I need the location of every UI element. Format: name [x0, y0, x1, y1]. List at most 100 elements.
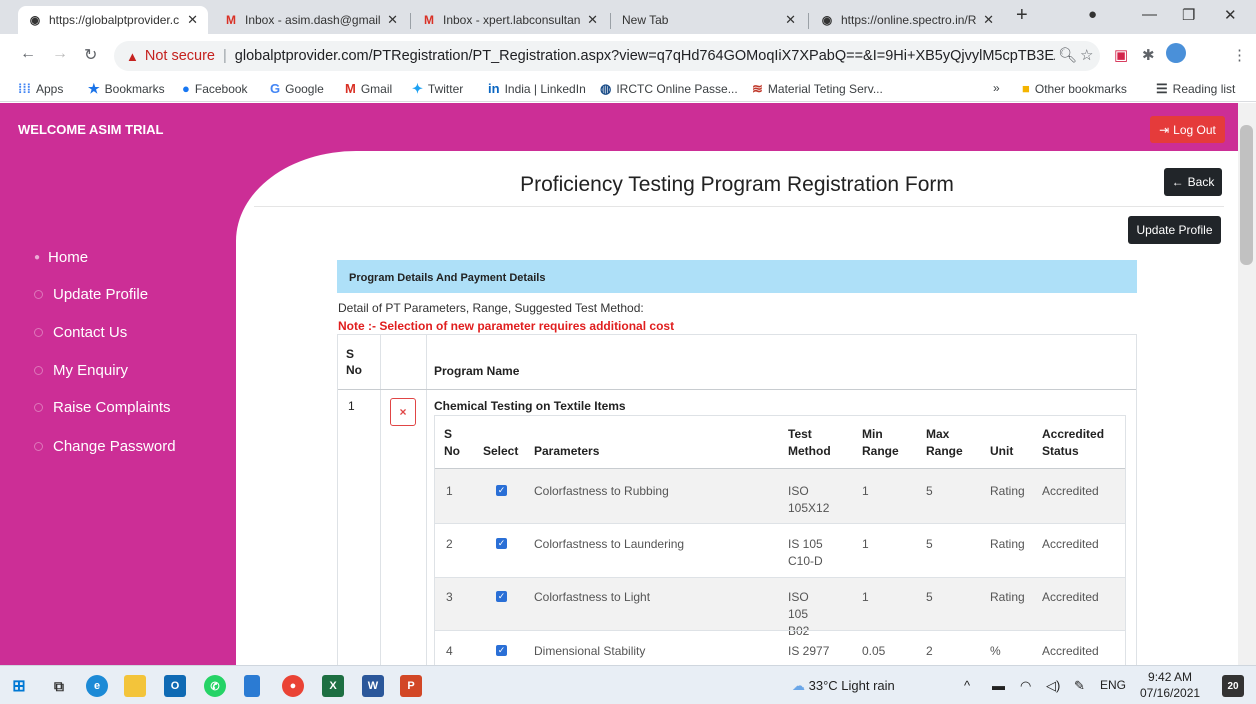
- row-min-range: 1: [862, 484, 869, 498]
- file-explorer-icon[interactable]: [124, 675, 146, 697]
- bookmark-bookmarks[interactable]: ★ Bookmarks: [88, 81, 165, 97]
- col-header-max-range: Max Range: [926, 427, 963, 458]
- program-name: Chemical Testing on Textile Items: [434, 399, 626, 413]
- bookmark-gmail[interactable]: M Gmail: [345, 81, 392, 96]
- remove-program-button[interactable]: ×: [390, 398, 416, 426]
- reload-icon[interactable]: ↻: [84, 45, 97, 65]
- row-select-checkbox[interactable]: ✓: [496, 591, 507, 602]
- bookmark-irctc[interactable]: ◍ IRCTC Online Passe...: [600, 81, 738, 97]
- update-profile-button[interactable]: Update Profile: [1128, 216, 1221, 244]
- bookmark-facebook[interactable]: ● Facebook: [182, 81, 248, 96]
- restore-icon[interactable]: ❐: [1182, 6, 1195, 24]
- scrollbar-thumb[interactable]: [1240, 125, 1253, 265]
- row-test-method: IS 2977: [788, 644, 830, 658]
- minimize-icon[interactable]: —: [1142, 6, 1157, 23]
- word-icon[interactable]: W: [362, 675, 384, 697]
- bookmark-linkedin[interactable]: in India | LinkedIn: [488, 81, 586, 96]
- reading-list[interactable]: ☰ Reading list: [1156, 81, 1235, 97]
- notifications-icon[interactable]: 20: [1222, 675, 1244, 697]
- gmail-icon: M: [424, 13, 434, 27]
- address-bar[interactable]: ▲ Not secure | globalptprovider.com/PTRe…: [114, 41, 1100, 71]
- bookmark-star-icon[interactable]: ☆: [1080, 46, 1093, 64]
- pen-icon[interactable]: ✎: [1074, 678, 1085, 694]
- sidebar-item-label: Update Profile: [53, 286, 149, 303]
- sidebar-item-raise-complaints[interactable]: Raise Complaints: [34, 399, 171, 416]
- chrome-icon[interactable]: ●: [282, 675, 304, 697]
- sidebar-item-update-profile[interactable]: Update Profile: [34, 286, 148, 303]
- close-window-icon[interactable]: ✕: [1224, 6, 1237, 24]
- tab-gmail-asim[interactable]: M Inbox - asim.dash@gmail. ✕: [214, 6, 408, 34]
- tab-new-tab[interactable]: New Tab ✕: [612, 6, 806, 34]
- material-testing-icon: ≋: [752, 81, 763, 96]
- row-select-checkbox[interactable]: ✓: [496, 485, 507, 496]
- extensions-icon[interactable]: ✱: [1142, 46, 1155, 64]
- bookmark-label: Gmail: [360, 81, 393, 96]
- menu-kebab-icon[interactable]: ⋮: [1232, 46, 1247, 64]
- wifi-icon[interactable]: ◠: [1020, 678, 1031, 694]
- bookmark-label: Bookmarks: [104, 82, 165, 96]
- note-text: Note :- Selection of new parameter requi…: [338, 319, 675, 333]
- whatsapp-icon[interactable]: ✆: [204, 675, 226, 697]
- bookmarks-overflow-icon[interactable]: »: [993, 81, 1000, 95]
- close-tab-icon[interactable]: ✕: [387, 12, 398, 28]
- back-arrow-icon: ←: [1171, 175, 1184, 189]
- sidebar-item-change-password[interactable]: Change Password: [34, 438, 176, 455]
- table-divider: [338, 389, 1136, 390]
- row-status: Accredited: [1042, 590, 1099, 604]
- windows-start-icon[interactable]: ⊞: [8, 675, 30, 697]
- bullet-icon: [34, 403, 43, 412]
- url-text: globalptprovider.com/PTRegistration/PT_R…: [234, 48, 1055, 64]
- gmail-icon: M: [345, 81, 356, 96]
- close-tab-icon[interactable]: ✕: [785, 12, 796, 28]
- row-sno: 4: [446, 644, 453, 658]
- zoom-icon[interactable]: 🔍︎: [1058, 46, 1077, 64]
- star-icon: ★: [88, 81, 100, 96]
- task-view-icon[interactable]: ⧉: [48, 675, 70, 697]
- bookmark-apps[interactable]: ⁞⁞⁞ Apps: [18, 81, 63, 96]
- close-tab-icon[interactable]: ✕: [187, 12, 198, 28]
- volume-icon[interactable]: ◁): [1046, 678, 1060, 694]
- excel-icon[interactable]: X: [322, 675, 344, 697]
- row-select-checkbox[interactable]: ✓: [496, 538, 507, 549]
- sidebar-item-home[interactable]: ● Home: [34, 249, 88, 266]
- bookmark-label: Facebook: [194, 81, 248, 96]
- edge-icon[interactable]: e: [86, 675, 108, 697]
- forward-arrow-icon[interactable]: →: [52, 45, 68, 63]
- bullet-icon: [34, 442, 43, 451]
- tab-gmail-xpert[interactable]: M Inbox - xpert.labconsultan ✕: [412, 6, 608, 34]
- tray-chevron-icon[interactable]: ^: [964, 678, 970, 693]
- bookmark-other[interactable]: ■ Other bookmarks: [1022, 81, 1127, 96]
- row-select-checkbox[interactable]: ✓: [496, 645, 507, 656]
- logout-button[interactable]: ⇥ Log Out: [1150, 116, 1225, 143]
- outlook-icon[interactable]: O: [164, 675, 186, 697]
- table-row: 4 ✓ Dimensional Stability IS 2977 0.05 2…: [435, 631, 1125, 665]
- welcome-text: WELCOME ASIM TRIAL: [18, 122, 164, 137]
- tab-spectro[interactable]: ◉ https://online.spectro.in/R ✕: [810, 6, 1004, 34]
- sidebar-item-label: Change Password: [53, 438, 176, 455]
- close-tab-icon[interactable]: ✕: [587, 12, 598, 28]
- sidebar-item-my-enquiry[interactable]: My Enquiry: [34, 362, 128, 379]
- profile-avatar-icon[interactable]: [1166, 43, 1186, 63]
- table-row: 2 ✓ Colorfastness to Laundering IS 105 C…: [435, 524, 1125, 577]
- close-tab-icon[interactable]: ✕: [983, 12, 994, 28]
- app-icon[interactable]: [244, 675, 260, 697]
- tab-search-icon[interactable]: ●: [1088, 6, 1097, 23]
- section-heading: Program Details And Payment Details: [337, 260, 1137, 293]
- clock[interactable]: 9:42 AM 07/16/2021: [1140, 669, 1200, 701]
- new-tab-icon[interactable]: +: [1016, 4, 1028, 27]
- battery-icon[interactable]: ▬: [992, 678, 1005, 693]
- language-indicator[interactable]: ENG: [1100, 678, 1126, 692]
- powerpoint-icon[interactable]: P: [400, 675, 422, 697]
- weather-widget[interactable]: ☁ 33°C Light rain: [792, 678, 895, 694]
- tab-globalptprovider[interactable]: ◉ https://globalptprovider.c ✕: [18, 6, 208, 34]
- pocket-extension-icon[interactable]: ▣: [1114, 46, 1128, 64]
- bookmark-material-testing[interactable]: ≋ Material Teting Serv...: [752, 81, 883, 97]
- sidebar-item-contact-us[interactable]: Contact Us: [34, 324, 127, 341]
- row-min-range: 0.05: [862, 644, 886, 658]
- sidebar-item-label: Raise Complaints: [53, 399, 171, 416]
- bookmark-google[interactable]: G Google: [270, 81, 324, 96]
- back-arrow-icon[interactable]: ←: [20, 45, 36, 63]
- bookmark-twitter[interactable]: ✦ Twitter: [412, 81, 463, 97]
- logout-icon: ⇥: [1159, 122, 1170, 137]
- back-button[interactable]: ← Back: [1164, 168, 1222, 196]
